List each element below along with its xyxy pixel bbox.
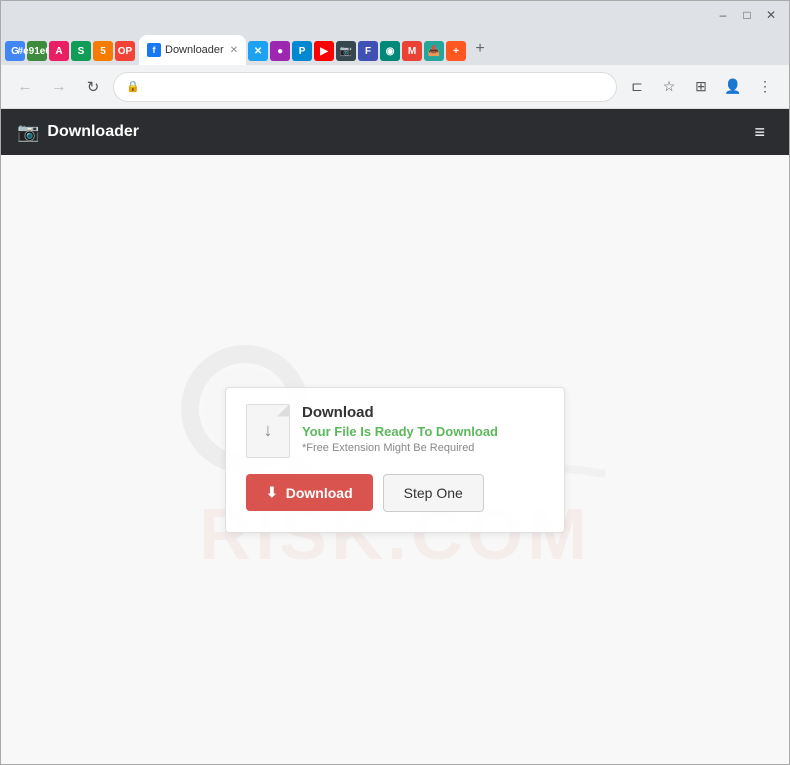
- favicon-yt[interactable]: ▶: [314, 41, 334, 61]
- toolbar-actions: ⊏ ☆ ⊞ 👤 ⋮: [623, 73, 779, 101]
- card-info: Download Your File Is Ready To Download …: [302, 404, 544, 454]
- active-tab[interactable]: f Downloader ✕: [139, 35, 246, 65]
- download-card: ↓ Download Your File Is Ready To Downloa…: [225, 387, 565, 533]
- profile-icon[interactable]: 👤: [719, 73, 747, 101]
- brand-label: Downloader: [47, 123, 139, 141]
- card-note: *Free Extension Might Be Required: [302, 442, 544, 454]
- active-tab-label: Downloader: [165, 44, 224, 56]
- app-navbar: 📷 Downloader ≡: [1, 109, 789, 155]
- browser-window: – □ ✕ G #e91e63 A S 5 OP f Downloader ✕ …: [0, 0, 790, 765]
- close-window-button[interactable]: ✕: [763, 8, 779, 22]
- lock-icon: 🔒: [126, 80, 140, 93]
- active-tab-close[interactable]: ✕: [230, 45, 238, 56]
- favicon-circle[interactable]: ●: [270, 41, 290, 61]
- favicon-a2[interactable]: #e91e63: [27, 41, 47, 61]
- step-one-button[interactable]: Step One: [383, 474, 484, 512]
- card-header: ↓ Download Your File Is Ready To Downloa…: [246, 404, 544, 458]
- favicon-p[interactable]: P: [292, 41, 312, 61]
- card-title: Download: [302, 404, 544, 421]
- favicon-plus[interactable]: +: [446, 41, 466, 61]
- favicon-dot[interactable]: ◉: [380, 41, 400, 61]
- download-button[interactable]: ⬇ Download: [246, 474, 373, 511]
- window-controls: – □ ✕: [715, 8, 779, 22]
- navbar-toggle-button[interactable]: ≡: [746, 118, 773, 147]
- download-button-label: Download: [286, 485, 353, 501]
- favicon-x[interactable]: ✕: [248, 41, 268, 61]
- card-subtitle: Your File Is Ready To Download: [302, 424, 544, 439]
- favicon-op[interactable]: OP: [115, 41, 135, 61]
- refresh-button[interactable]: ↻: [79, 73, 107, 101]
- file-icon: ↓: [246, 404, 290, 458]
- brand: 📷 Downloader: [17, 122, 139, 143]
- minimize-button[interactable]: –: [715, 8, 731, 22]
- brand-icon: 📷: [17, 122, 39, 143]
- favicon-s[interactable]: S: [71, 41, 91, 61]
- tabs-bar: G #e91e63 A S 5 OP f Downloader ✕ ✕ ● P …: [1, 29, 789, 65]
- browser-toolbar: ← → ↻ 🔒 ⊏ ☆ ⊞ 👤 ⋮: [1, 65, 789, 109]
- address-bar[interactable]: 🔒: [113, 72, 617, 102]
- favicon-f2[interactable]: F: [358, 41, 378, 61]
- forward-button[interactable]: →: [45, 73, 73, 101]
- main-content: PC RISK.COM ↓ Download Your File Is Read…: [1, 155, 789, 764]
- favicon-inbox[interactable]: 📥: [424, 41, 444, 61]
- new-tab-button[interactable]: +: [466, 35, 494, 63]
- favicon-az[interactable]: A: [49, 41, 69, 61]
- download-icon: ⬇: [266, 484, 278, 501]
- favicon-5[interactable]: 5: [93, 41, 113, 61]
- active-tab-favicon: f: [147, 43, 161, 57]
- bookmark-icon[interactable]: ☆: [655, 73, 683, 101]
- back-button[interactable]: ←: [11, 73, 39, 101]
- extensions-icon[interactable]: ⊞: [687, 73, 715, 101]
- favicon-mail[interactable]: M: [402, 41, 422, 61]
- card-buttons: ⬇ Download Step One: [246, 474, 544, 512]
- favicon-cam[interactable]: 📷: [336, 41, 356, 61]
- maximize-button[interactable]: □: [739, 8, 755, 22]
- cast-icon[interactable]: ⊏: [623, 73, 651, 101]
- chrome-top-bar: – □ ✕: [1, 1, 789, 29]
- menu-icon[interactable]: ⋮: [751, 73, 779, 101]
